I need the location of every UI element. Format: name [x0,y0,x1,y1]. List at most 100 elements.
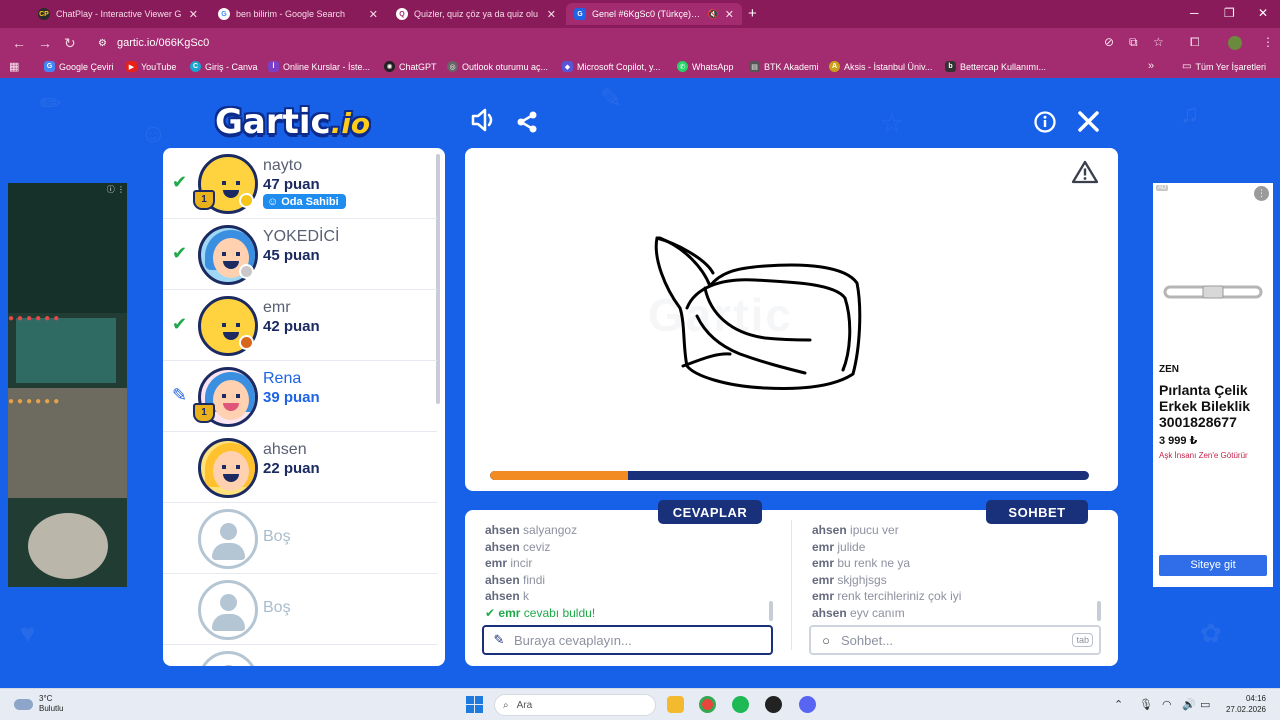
tray-chevron-icon[interactable]: ⌃ [1114,698,1123,711]
chat-scrollbar[interactable] [1097,601,1101,621]
maximize-icon[interactable]: ❐ [1224,6,1235,20]
extensions-icon[interactable]: ⧠ [1190,35,1200,50]
site-info-icon[interactable]: ⚙ [98,38,107,49]
bookmark-item[interactable]: C Giriş - Canva [190,61,258,72]
empty-avatar-icon [198,509,258,569]
chat-input-box[interactable]: ○ tab [809,625,1101,655]
info-icon[interactable] [1034,111,1056,139]
doodle-icon: ☺ [140,118,167,148]
browser-tab[interactable]: CP ChatPlay - Interactive Viewer G ✕ [30,3,206,25]
battery-icon[interactable]: ▭ [1200,698,1210,711]
microphone-icon[interactable]: 🎙 [1139,698,1153,711]
browser-tab[interactable]: G ben bilirim - Google Search ✕ [210,3,386,25]
answer-input[interactable] [514,632,771,648]
answers-scrollbar[interactable] [769,601,773,621]
bookmark-label: Aksis - İstanbul Üniv... [844,61,933,72]
apps-icon[interactable]: ▦ [9,60,19,73]
sound-icon[interactable] [470,108,498,138]
menu-icon[interactable]: ⋮ [1262,35,1274,49]
profile-avatar[interactable] [1228,36,1242,50]
file-explorer-icon[interactable] [667,696,684,713]
exit-close-icon[interactable] [1077,110,1100,139]
left-ad-banner[interactable]: ●●●●●● ●●●●●● ⓘ ⋮ [8,183,127,587]
eye-off-icon[interactable]: ⊘ [1104,35,1114,49]
doodle-icon: ✎ [600,83,622,113]
empty-slot-label: Boş [263,528,291,545]
bookmark-star-icon[interactable]: ☆ [1153,35,1164,49]
bookmark-item[interactable]: ✆ WhatsApp [677,61,734,72]
windows-taskbar: 3°C Bulutlu ⌕ Ara ⌃ 🎙 ◠ 🔊 ▭ 04:16 27.02.2… [0,688,1280,720]
room-owner-badge: ☺ Oda Sahibi [263,194,346,209]
ad-info-icon[interactable]: ⓘ ⋮ [107,184,125,195]
minimize-icon[interactable]: ─ [1190,6,1199,20]
message-text: eyv canım [850,605,905,620]
all-bookmarks-folder[interactable]: ▭ Tüm Yer İşaretleri [1182,61,1266,72]
bookmark-item[interactable]: ▤ BTK Akademi [749,61,819,72]
ad-options-icon[interactable]: ⋮ [1254,186,1269,201]
chat-message: emr skjghjsgs [812,572,961,589]
player-score: 45 puan [263,247,320,264]
discord-icon[interactable] [799,696,816,713]
bookmark-item[interactable]: A Aksis - İstanbul Üniv... [829,61,932,72]
empty-slot: Boş [163,503,437,574]
weather-widget[interactable]: 3°C Bulutlu [14,694,63,714]
tab-mute-icon[interactable]: 🔇 [708,9,719,20]
chrome-icon[interactable] [699,696,716,713]
chat-header: SOHBET [986,500,1088,524]
doodle-icon: ✿ [1200,618,1222,648]
share-icon[interactable] [515,110,539,140]
badge-label: Oda Sahibi [281,195,339,208]
taskbar-clock[interactable]: 04:16 27.02.2026 [1226,693,1266,715]
wifi-icon[interactable]: ◠ [1162,698,1172,711]
chat-message: emr renk tercihleriniz çok iyi [812,588,961,605]
bookmark-label: WhatsApp [692,61,734,72]
bookmark-item[interactable]: b Bettercap Kullanımı... [945,61,1046,72]
spotify-icon[interactable] [732,696,749,713]
app-icon[interactable] [765,696,782,713]
canva-icon: C [190,61,201,72]
taskbar-search[interactable]: ⌕ Ara [494,694,656,716]
round-timer-fill [490,471,628,480]
forward-icon[interactable]: → [38,35,52,51]
reload-icon[interactable]: ↻ [64,35,76,52]
volume-icon[interactable]: 🔊 [1182,698,1196,711]
browser-tab[interactable]: Q Quizler, quiz çöz ya da quiz olu ✕ [388,3,564,25]
back-icon[interactable]: ← [12,35,26,51]
doodle-icon: ☆ [880,108,904,138]
cloud-icon [14,698,33,710]
whatsapp-icon: ✆ [677,61,688,72]
address-bar[interactable]: ⚙ gartic.io/066KgSc0 [90,32,1180,54]
window-close-icon[interactable]: ✕ [1258,6,1268,20]
bookmark-item[interactable]: ◆ Microsoft Copilot, y... [562,61,660,72]
more-bookmarks-icon[interactable]: » [1148,60,1154,72]
answer-input-box[interactable]: ✎ [482,625,773,655]
install-app-icon[interactable]: ⧉ [1129,35,1138,50]
tab-close-icon[interactable]: ✕ [547,8,556,21]
new-tab-icon[interactable]: + [748,5,757,22]
tab-close-icon[interactable]: ✕ [189,8,198,21]
bookmark-item[interactable]: ✺ ChatGPT [384,61,437,72]
weather-condition: Bulutlu [39,704,64,713]
search-icon: ⌕ [503,699,509,711]
chatplay-favicon-icon: CP [38,8,50,20]
guessed-check-icon: ✔ [172,172,188,192]
player-row: ✔ emr 42 puan [163,290,437,361]
drawing-canvas[interactable]: Gartic [465,148,1118,491]
right-ad-banner[interactable]: AD ⋮ ZEN Pırlanta Çelik Erkek Bileklik 3… [1153,183,1273,587]
chat-input[interactable] [841,632,1073,648]
bookmark-item[interactable]: ◎ Outlook oturumu aç... [447,61,548,72]
bookmark-item[interactable]: İ Online Kurslar - İste... [268,61,370,72]
message-text: ceviz [523,539,551,554]
browser-tab-active[interactable]: G Genel #6KgSc0 (Türkçe) - G 🔇 ✕ [566,3,742,25]
message-user: emr [812,589,835,603]
tab-close-icon[interactable]: ✕ [369,8,378,21]
bookmark-item[interactable]: ▶ YouTube [126,61,176,72]
bookmark-item[interactable]: G Google Çeviri [44,61,114,72]
chat-divider [791,520,792,650]
bookmark-label: Google Çeviri [59,61,114,72]
tab-close-icon[interactable]: ✕ [725,8,734,21]
ad-cta-button[interactable]: Siteye git [1159,555,1267,576]
message-user: ahsen [485,523,520,537]
clock-date: 27.02.2026 [1225,705,1266,714]
windows-start-icon[interactable] [466,696,483,713]
